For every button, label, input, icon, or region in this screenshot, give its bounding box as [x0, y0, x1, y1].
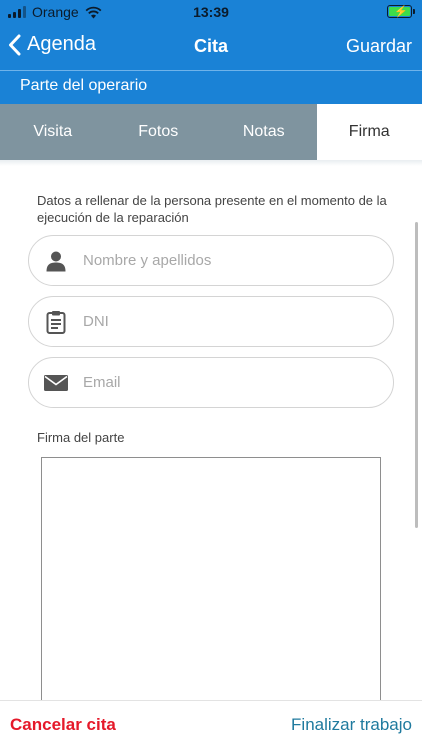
- dni-field[interactable]: [28, 296, 394, 347]
- scrollbar[interactable]: [415, 222, 418, 528]
- name-field[interactable]: [28, 235, 394, 286]
- tab-visita[interactable]: Visita: [0, 104, 106, 160]
- name-input[interactable]: [83, 252, 373, 269]
- dni-input[interactable]: [83, 313, 373, 330]
- save-button[interactable]: Guardar: [346, 36, 412, 57]
- form-instructions: Datos a rellenar de la persona presente …: [37, 193, 387, 225]
- email-field[interactable]: [28, 357, 394, 408]
- back-button[interactable]: Agenda: [8, 33, 96, 56]
- status-bar: Orange 13:39 ⚡: [0, 0, 422, 24]
- status-time: 13:39: [193, 4, 229, 20]
- signature-label: Firma del parte: [37, 430, 125, 445]
- signature-pad[interactable]: [41, 457, 381, 717]
- person-icon: [29, 250, 83, 272]
- section-header: Parte del operario: [0, 70, 422, 104]
- tab-fotos[interactable]: Fotos: [106, 104, 212, 160]
- screen: Orange 13:39 ⚡ Agenda Cita Guardar Parte…: [0, 0, 422, 750]
- envelope-icon: [29, 374, 83, 391]
- battery-charging-icon: ⚡: [387, 5, 415, 18]
- finish-job-button[interactable]: Finalizar trabajo: [291, 715, 412, 735]
- cancel-appointment-button[interactable]: Cancelar cita: [10, 715, 116, 735]
- section-title: Parte del operario: [20, 77, 148, 94]
- tabs-shadow: [0, 160, 422, 166]
- clipboard-icon: [29, 310, 83, 334]
- email-input[interactable]: [83, 374, 373, 391]
- tab-firma[interactable]: Firma: [316, 104, 422, 160]
- bottom-action-bar: Cancelar cita Finalizar trabajo: [0, 700, 422, 750]
- tab-bar: Visita Fotos Notas Firma: [0, 104, 422, 160]
- tab-notas[interactable]: Notas: [211, 104, 317, 160]
- nav-bar: Agenda Cita Guardar: [0, 24, 422, 70]
- back-label: Agenda: [27, 33, 96, 55]
- chevron-left-icon: [9, 34, 21, 55]
